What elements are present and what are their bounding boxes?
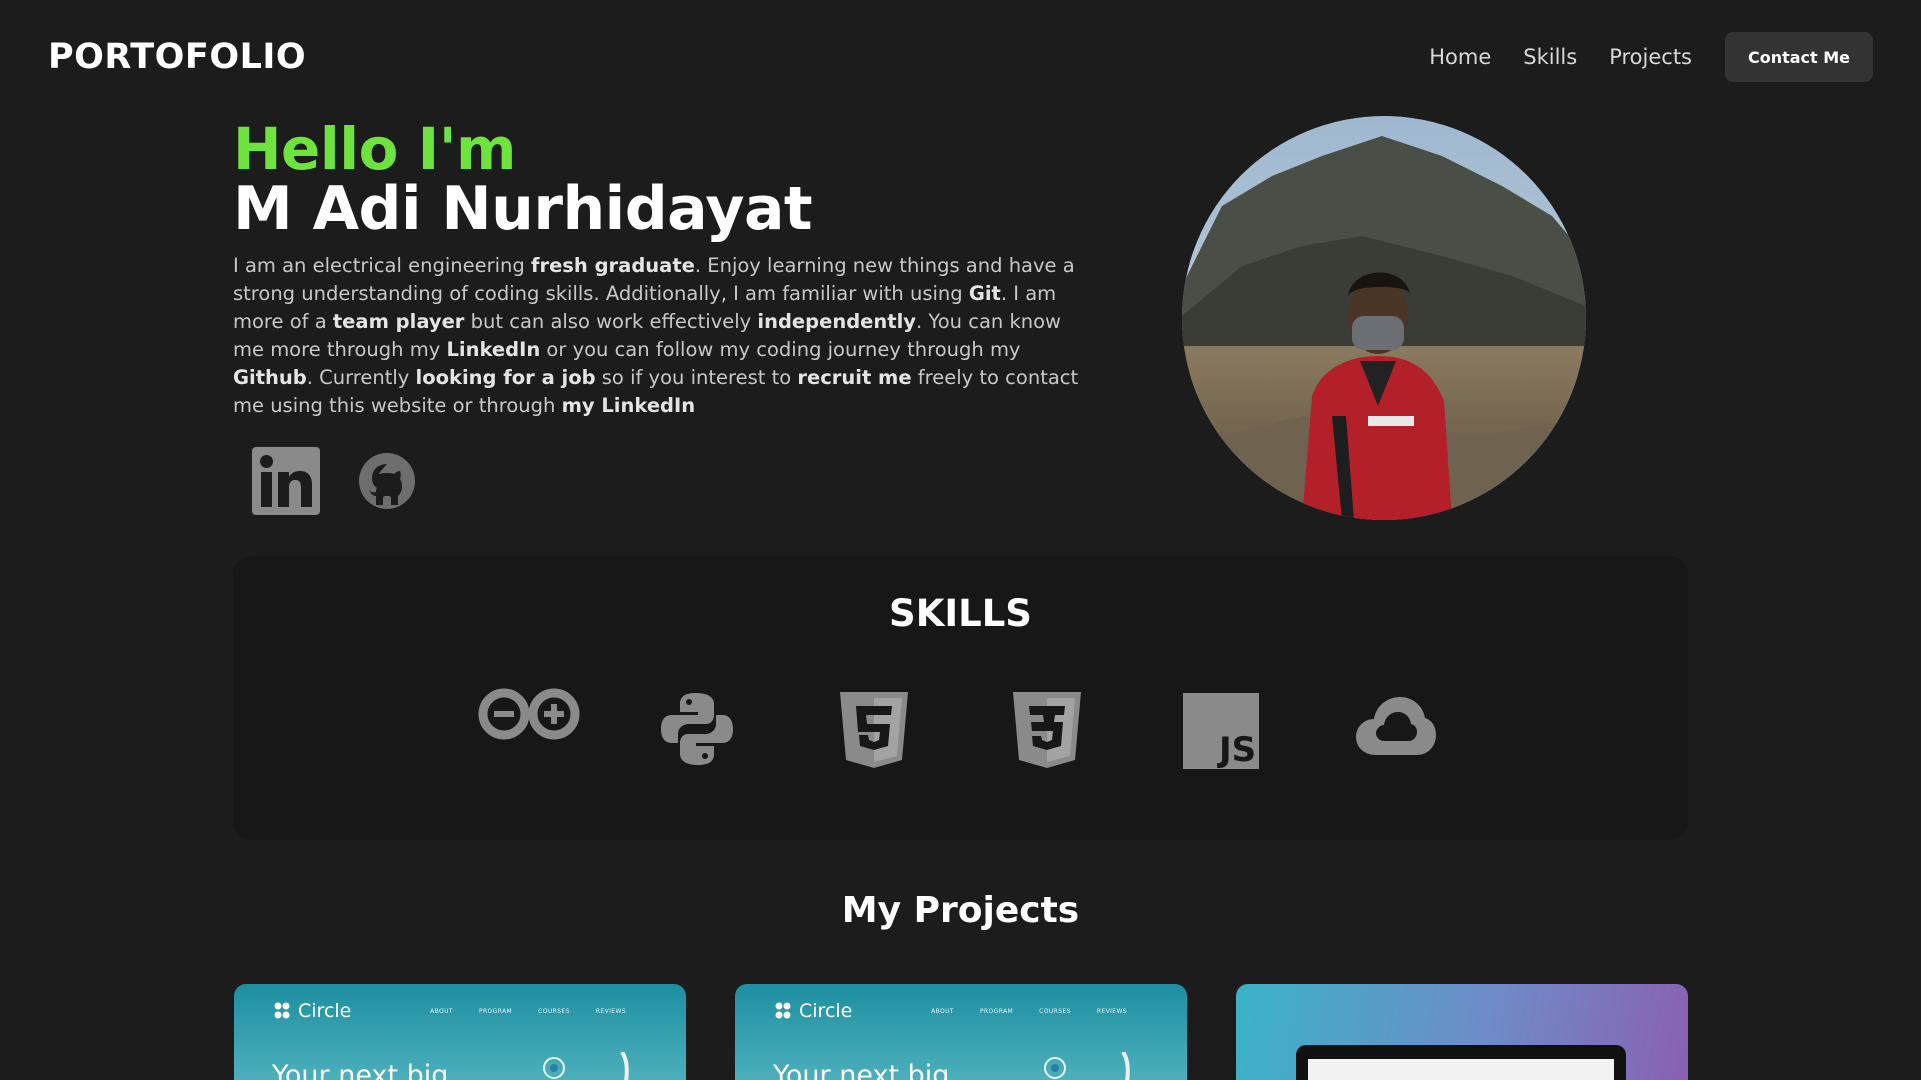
github-icon[interactable] bbox=[358, 452, 416, 510]
hero-bio: I am an electrical engineering fresh gra… bbox=[233, 252, 1093, 420]
project-card-menu: ABOUT PROGRAM COURSES REVIEWS bbox=[404, 1008, 626, 1015]
javascript-icon: JS bbox=[1183, 693, 1259, 769]
google-cloud-icon bbox=[1356, 697, 1436, 755]
bio-highlight: recruit me bbox=[797, 366, 912, 389]
bio-highlight: Git bbox=[968, 282, 1001, 305]
bio-text: or you can follow my coding journey thro… bbox=[540, 338, 1021, 361]
card-menu-item: ABOUT bbox=[931, 1008, 954, 1015]
skills-title: SKILLS bbox=[889, 592, 1032, 635]
bio-highlight: independently bbox=[757, 310, 917, 333]
illustration-icon bbox=[1044, 1052, 1130, 1080]
bio-highlight: my LinkedIn bbox=[561, 394, 696, 417]
python-icon bbox=[661, 693, 733, 765]
nav-skills-link[interactable]: Skills bbox=[1523, 45, 1577, 69]
project-card-logo-text: Circle bbox=[799, 1000, 853, 1022]
card-menu-item: COURSES bbox=[538, 1008, 570, 1015]
bio-text: but can also work effectively bbox=[464, 310, 758, 333]
hero-name: M Adi Nurhidayat bbox=[233, 174, 813, 244]
card-menu-item: REVIEWS bbox=[595, 1008, 626, 1015]
skills-section: SKILLS JS bbox=[233, 556, 1688, 840]
html5-icon bbox=[840, 692, 908, 768]
top-nav: PORTOFOLIO Home Skills Projects Contact … bbox=[0, 0, 1921, 114]
project-card[interactable]: Circle ABOUT PROGRAM COURSES REVIEWS You… bbox=[735, 984, 1187, 1080]
circle-logo-icon bbox=[274, 1002, 290, 1019]
arduino-icon bbox=[478, 688, 580, 740]
bio-highlight: team player bbox=[332, 310, 465, 333]
project-card[interactable]: Circle ABOUT PROGRAM COURSES REVIEWS You… bbox=[234, 984, 686, 1080]
laptop-screen bbox=[1308, 1059, 1614, 1080]
card-menu-item: REVIEWS bbox=[1096, 1008, 1127, 1015]
circle-logo-icon bbox=[775, 1002, 791, 1019]
nav-links: Home Skills Projects Contact Me bbox=[1397, 32, 1873, 82]
nav-projects-link[interactable]: Projects bbox=[1609, 45, 1692, 69]
project-card[interactable] bbox=[1236, 984, 1688, 1080]
contact-me-button[interactable]: Contact Me bbox=[1725, 32, 1873, 82]
project-card-logo-text: Circle bbox=[298, 1000, 352, 1022]
linkedin-icon[interactable] bbox=[252, 447, 320, 515]
laptop-mockup bbox=[1296, 1045, 1626, 1080]
svg-text:JS: JS bbox=[1217, 730, 1256, 769]
illustration-icon bbox=[543, 1052, 629, 1080]
projects-title: My Projects bbox=[841, 890, 1080, 931]
bio-highlight: Github bbox=[233, 366, 307, 389]
card-menu-item: COURSES bbox=[1039, 1008, 1071, 1015]
social-links bbox=[252, 447, 416, 515]
bio-highlight: looking for a job bbox=[415, 366, 596, 389]
project-card-headline: Your next big bbox=[272, 1060, 449, 1080]
card-menu-item: PROGRAM bbox=[979, 1008, 1014, 1015]
css3-icon bbox=[1013, 692, 1081, 768]
brand-logo[interactable]: PORTOFOLIO bbox=[48, 37, 306, 77]
project-card-logo: Circle bbox=[773, 1000, 852, 1022]
bio-text: so if you interest to bbox=[595, 366, 798, 389]
project-card-headline: Your next big bbox=[773, 1060, 950, 1080]
card-menu-item: PROGRAM bbox=[478, 1008, 513, 1015]
bio-text: I am an electrical engineering bbox=[233, 254, 531, 277]
bio-highlight: fresh graduate bbox=[530, 254, 695, 277]
nav-home-link[interactable]: Home bbox=[1429, 45, 1491, 69]
project-card-logo: Circle bbox=[272, 1000, 351, 1022]
bio-highlight: LinkedIn bbox=[446, 338, 541, 361]
project-card-menu: ABOUT PROGRAM COURSES REVIEWS bbox=[905, 1008, 1127, 1015]
bio-text: . Currently bbox=[306, 366, 416, 389]
profile-photo bbox=[1182, 116, 1586, 520]
card-menu-item: ABOUT bbox=[430, 1008, 453, 1015]
